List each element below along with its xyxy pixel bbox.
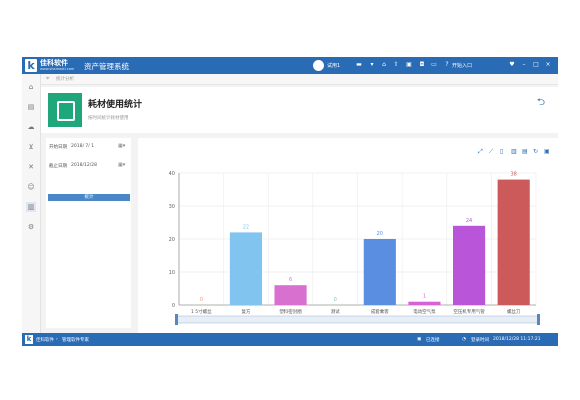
sidebar-cart-icon[interactable]: ⊻ — [26, 142, 36, 152]
y-tick-label: 0 — [172, 303, 175, 309]
page-title: 耗材使用统计 — [88, 100, 143, 110]
data-label: 6 — [289, 277, 292, 283]
x-tick-label: 电动空气泵 — [413, 308, 436, 315]
back-icon[interactable]: ⮌ — [537, 95, 545, 112]
brand-url: www.shareaotl.com — [40, 67, 75, 71]
bar — [229, 232, 263, 305]
x-tick-label: 螺丝刀 — [507, 308, 521, 315]
save-icon[interactable]: ◘ — [418, 61, 426, 69]
zoom-slider-handle[interactable] — [537, 314, 540, 325]
data-label: 38 — [511, 172, 517, 178]
maximize-icon[interactable]: □ — [532, 61, 540, 69]
sidebar: ⌂ ▤ ☁ ⊻ ✕ ☺ ▥ ⚙ — [22, 74, 41, 336]
status-separator: › — [56, 336, 58, 342]
system-name: 资产管理系统 — [84, 62, 129, 71]
data-label: 0 — [200, 297, 203, 303]
bar — [274, 285, 307, 305]
stat-button[interactable]: 统计 — [48, 194, 130, 201]
user-name[interactable]: 试用1 — [327, 62, 340, 69]
status-bar: k 佳科软件 › 管理软件专家 ▣ 已连接 ◔ 登录时间 2018/12/28 … — [22, 333, 558, 346]
bar — [497, 179, 530, 305]
edit-icon — [48, 93, 82, 127]
sidebar-user-icon[interactable]: ☺ — [26, 182, 36, 192]
breadcrumb: ⌖ 统计分析 — [41, 74, 558, 85]
x-tick-label: 复方 — [241, 308, 250, 315]
bar — [408, 301, 441, 305]
login-time-value: 2018/12/28 11:17:21 — [493, 336, 541, 342]
status-brand: 佳科软件 — [36, 337, 54, 343]
avatar[interactable] — [313, 60, 324, 71]
home-icon[interactable]: ⌂ — [380, 61, 388, 69]
print-icon[interactable]: ▣ — [405, 61, 413, 69]
app-window: k 佳科软件 www.shareaotl.com 资产管理系统 试用1 ▬ ▾ … — [22, 57, 558, 346]
start-date-field[interactable]: 2018/ 7/ 1 — [71, 144, 94, 149]
upload-icon[interactable]: ⇧ — [392, 61, 400, 69]
sidebar-document-icon[interactable]: ▤ — [26, 102, 36, 112]
status-path: 管理软件专家 — [62, 337, 89, 343]
chart-panel: ⤢ ⟋ ▯ ▥ ▤ ↻ ▣ 0 10 20 30 40 0 1 5寸螺丝 22 复方 6 塑料密封圈… — [138, 138, 558, 346]
logo-icon: k — [25, 335, 33, 344]
menu-icon[interactable]: ▬ — [355, 61, 363, 69]
sidebar-chart-icon[interactable]: ▥ — [26, 202, 36, 212]
calendar-icon[interactable]: ▦▾ — [118, 162, 125, 168]
zoom-slider[interactable] — [176, 315, 539, 324]
y-tick-label: 20 — [169, 237, 175, 243]
y-tick-label: 30 — [169, 204, 175, 210]
page-header: 耗材使用统计 按时间统计耗材使用 ⮌ — [41, 87, 558, 133]
x-tick-label: 成套乘客 — [371, 308, 389, 315]
filter-panel: 开始日期 2018/ 7/ 1 ▦▾ 截止日期 2018/12/28 ▦▾ 统计 — [46, 138, 131, 328]
sidebar-tools-icon[interactable]: ✕ — [26, 162, 36, 172]
breadcrumb-text[interactable]: 统计分析 — [56, 76, 74, 82]
data-label: 1 — [423, 294, 426, 300]
top-bar: k 佳科软件 www.shareaotl.com 资产管理系统 试用1 ▬ ▾ … — [22, 57, 558, 74]
y-tick-label: 10 — [169, 270, 175, 276]
x-tick-label: 空压机专用气管 — [453, 308, 485, 315]
data-label: 22 — [243, 224, 249, 230]
connection-icon: ▣ — [417, 336, 422, 342]
bar-chart: 0 10 20 30 40 0 1 5寸螺丝 22 复方 6 塑料密封圈 0 测试 20 成套乘客 1 电动空气… — [169, 171, 540, 325]
help-icon[interactable]: ? — [443, 61, 451, 69]
x-tick-label: 测试 — [331, 308, 340, 315]
start-date-label: 开始日期 — [49, 145, 67, 150]
page-subtitle: 按时间统计耗材使用 — [88, 116, 129, 121]
sidebar-settings-icon[interactable]: ⚙ — [26, 222, 36, 232]
logo-icon: k — [25, 59, 37, 72]
dropdown-icon[interactable]: ▾ — [368, 61, 376, 69]
bar — [363, 239, 396, 305]
sidebar-cloud-icon[interactable]: ☁ — [26, 122, 36, 132]
login-time-label: 登录时间 — [471, 337, 489, 343]
data-label: 20 — [377, 231, 383, 237]
zoom-slider-handle[interactable] — [175, 314, 178, 325]
exit-label[interactable]: 开始入口 — [452, 62, 472, 69]
connection-status: 已连接 — [426, 337, 440, 343]
close-icon[interactable]: × — [544, 61, 552, 69]
x-tick-label: 塑料密封圈 — [279, 308, 302, 315]
y-tick-label: 40 — [169, 171, 175, 177]
end-date-field[interactable]: 2018/12/28 — [71, 163, 97, 168]
heart-icon[interactable]: ♥ — [508, 61, 516, 69]
data-label: 24 — [466, 218, 472, 224]
clock-icon: ◔ — [462, 336, 466, 342]
location-icon: ⌖ — [46, 75, 50, 82]
calendar-icon[interactable]: ▦▾ — [118, 143, 125, 149]
data-label: 0 — [334, 297, 337, 303]
end-date-label: 截止日期 — [49, 164, 67, 169]
sidebar-home-icon[interactable]: ⌂ — [26, 82, 36, 92]
bar — [452, 225, 486, 305]
x-tick-label: 1 5寸螺丝 — [191, 308, 212, 315]
display-icon[interactable]: ▭ — [430, 61, 438, 69]
minimize-icon[interactable]: – — [520, 61, 528, 69]
